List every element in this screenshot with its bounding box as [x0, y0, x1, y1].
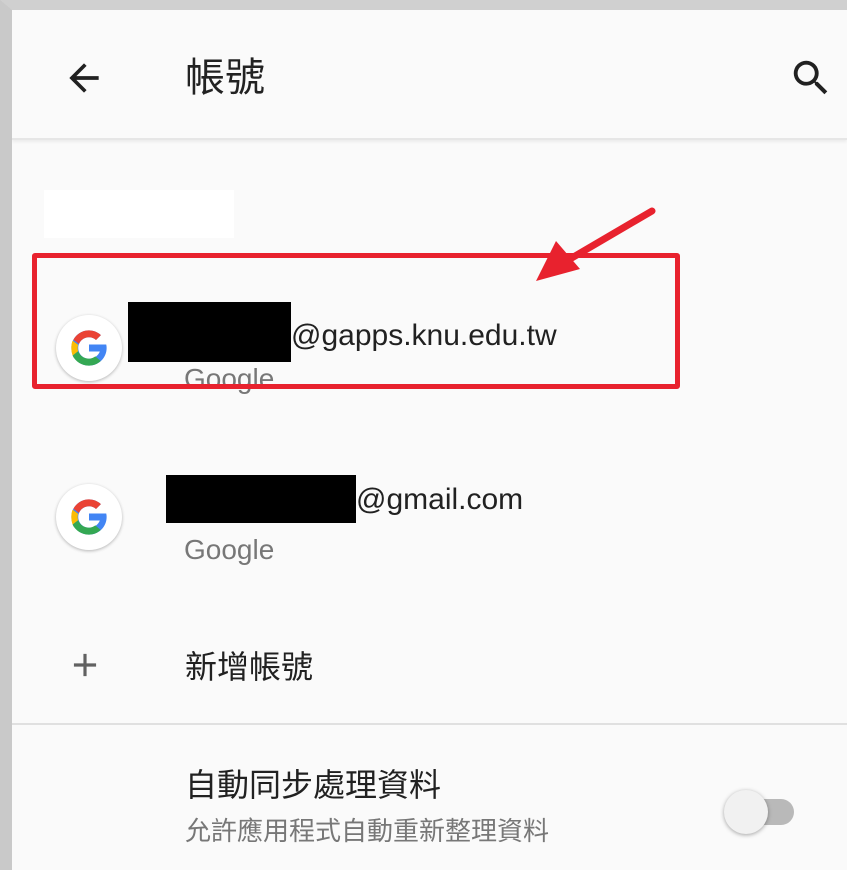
redaction-block — [128, 302, 291, 362]
account-email-domain: @gmail.com — [356, 482, 524, 516]
auto-sync-subtitle: 允許應用程式自動重新整理資料 — [185, 817, 550, 847]
search-button[interactable] — [781, 48, 841, 108]
account-provider: Google — [184, 363, 275, 394]
account-email: @gapps.knu.edu.tw — [128, 302, 557, 367]
back-button[interactable] — [54, 48, 114, 108]
redacted-header-area — [44, 190, 234, 238]
add-account-label: 新增帳號 — [185, 648, 314, 686]
search-icon — [793, 60, 828, 95]
accounts-screen: 帳號 @gapps.knu.edu.tw Google @gmail.com G… — [12, 10, 847, 870]
account-email-domain: @gapps.knu.edu.tw — [291, 318, 557, 352]
auto-sync-toggle[interactable] — [720, 788, 798, 836]
plus-icon — [60, 640, 110, 690]
account-item-gapps[interactable]: @gapps.knu.edu.tw Google — [12, 265, 847, 395]
toggle-thumb — [724, 790, 768, 834]
redaction-block — [166, 475, 356, 523]
page-title: 帳號 — [185, 55, 265, 101]
account-provider: Google — [184, 534, 275, 565]
auto-sync-setting[interactable]: 自動同步處理資料 允許應用程式自動重新整理資料 — [12, 750, 847, 870]
app-bar: 帳號 — [12, 10, 847, 140]
arrow-back-icon — [69, 63, 99, 93]
google-g-icon — [56, 315, 122, 381]
add-account-button[interactable]: 新增帳號 — [12, 615, 847, 723]
section-divider — [12, 723, 847, 725]
screenshot-frame: 帳號 @gapps.knu.edu.tw Google @gmail.com G… — [0, 0, 847, 870]
account-email: @gmail.com — [128, 475, 524, 525]
google-g-icon — [56, 484, 122, 550]
auto-sync-title: 自動同步處理資料 — [185, 766, 442, 804]
account-item-gmail[interactable]: @gmail.com Google — [12, 435, 847, 565]
